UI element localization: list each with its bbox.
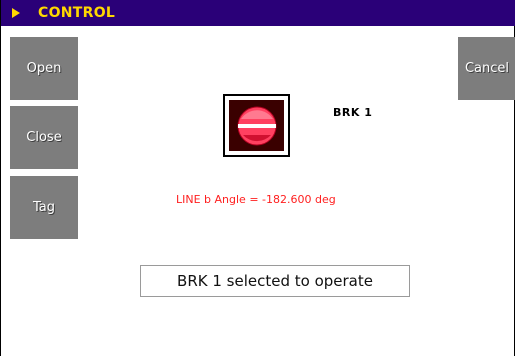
breaker-symbol-background xyxy=(229,100,284,151)
cancel-button[interactable]: Cancel xyxy=(458,37,515,100)
status-message: BRK 1 selected to operate xyxy=(140,265,410,297)
open-button[interactable]: Open xyxy=(10,37,78,100)
breaker-state-icon xyxy=(237,106,276,145)
close-button[interactable]: Close xyxy=(10,106,78,169)
breaker-label: BRK 1 xyxy=(333,106,373,119)
angle-readout: LINE b Angle = -182.600 deg xyxy=(176,193,336,206)
control-window: CONTROL Open Close Tag Cancel BRK 1 LINE… xyxy=(0,0,515,356)
title-bar: CONTROL xyxy=(1,0,515,26)
tag-button[interactable]: Tag xyxy=(10,176,78,239)
title-arrow-icon xyxy=(12,8,20,18)
window-title: CONTROL xyxy=(38,5,116,21)
breaker-symbol[interactable] xyxy=(223,94,290,157)
